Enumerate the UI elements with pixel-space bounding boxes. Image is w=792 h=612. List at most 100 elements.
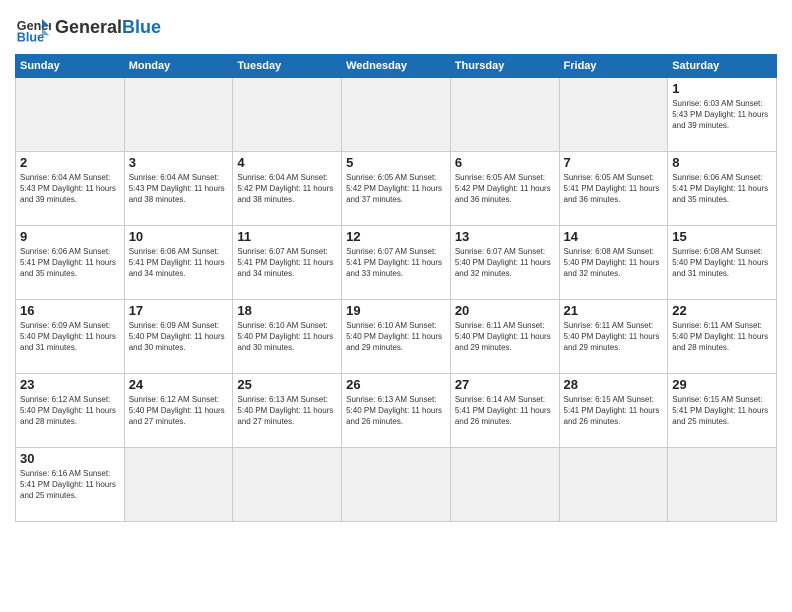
calendar-cell: 24 Sunrise: 6:12 AM Sunset: 5:40 PM Dayli… (124, 374, 233, 448)
day-info: Sunrise: 6:06 AM Sunset: 5:41 PM Dayligh… (672, 172, 772, 206)
calendar-week-2: 2 Sunrise: 6:04 AM Sunset: 5:43 PM Daylig… (16, 152, 777, 226)
day-info: Sunrise: 6:04 AM Sunset: 5:43 PM Dayligh… (20, 172, 120, 206)
day-number: 23 (20, 377, 120, 392)
calendar-cell: 5Sunrise: 6:05 AM Sunset: 5:42 PM Daylig… (342, 152, 451, 226)
calendar-cell: 7Sunrise: 6:05 AM Sunset: 5:41 PM Daylig… (559, 152, 668, 226)
weekday-header-tuesday: Tuesday (233, 55, 342, 78)
calendar-cell: 13Sunrise: 6:07 AM Sunset: 5:40 PM Dayli… (450, 226, 559, 300)
day-info: Sunrise: 6:10 AM Sunset: 5:40 PM Dayligh… (346, 320, 446, 354)
calendar-week-3: 9 Sunrise: 6:06 AM Sunset: 5:41 PM Daylig… (16, 226, 777, 300)
calendar-cell: 27 Sunrise: 6:14 AM Sunset: 5:41 PM Dayli… (450, 374, 559, 448)
day-info: Sunrise: 6:05 AM Sunset: 5:41 PM Dayligh… (564, 172, 664, 206)
weekday-header-row: SundayMondayTuesdayWednesdayThursdayFrid… (16, 55, 777, 78)
day-info: Sunrise: 6:03 AM Sunset: 5:43 PM Dayligh… (672, 98, 772, 132)
day-number: 8 (672, 155, 772, 170)
day-number: 28 (564, 377, 664, 392)
day-info: Sunrise: 6:07 AM Sunset: 5:40 PM Dayligh… (455, 246, 555, 280)
calendar-cell: 12 Sunrise: 6:07 AM Sunset: 5:41 PM Dayli… (342, 226, 451, 300)
calendar-cell (16, 78, 125, 152)
weekday-header-saturday: Saturday (668, 55, 777, 78)
calendar-cell (124, 448, 233, 522)
day-number: 18 (237, 303, 337, 318)
calendar-cell: 16 Sunrise: 6:09 AM Sunset: 5:40 PM Dayli… (16, 300, 125, 374)
calendar-cell: 28Sunrise: 6:15 AM Sunset: 5:41 PM Dayli… (559, 374, 668, 448)
calendar-cell: 1Sunrise: 6:03 AM Sunset: 5:43 PM Daylig… (668, 78, 777, 152)
calendar-cell: 11Sunrise: 6:07 AM Sunset: 5:41 PM Dayli… (233, 226, 342, 300)
day-info: Sunrise: 6:13 AM Sunset: 5:40 PM Dayligh… (237, 394, 337, 428)
weekday-header-wednesday: Wednesday (342, 55, 451, 78)
day-info: Sunrise: 6:11 AM Sunset: 5:40 PM Dayligh… (455, 320, 555, 354)
calendar-week-5: 23 Sunrise: 6:12 AM Sunset: 5:40 PM Dayli… (16, 374, 777, 448)
day-info: Sunrise: 6:11 AM Sunset: 5:40 PM Dayligh… (564, 320, 664, 354)
day-number: 17 (129, 303, 229, 318)
calendar-cell: 4 Sunrise: 6:04 AM Sunset: 5:42 PM Daylig… (233, 152, 342, 226)
day-number: 25 (237, 377, 337, 392)
calendar-cell: 29 Sunrise: 6:15 AM Sunset: 5:41 PM Dayli… (668, 374, 777, 448)
day-number: 27 (455, 377, 555, 392)
calendar-cell: 8 Sunrise: 6:06 AM Sunset: 5:41 PM Daylig… (668, 152, 777, 226)
day-info: Sunrise: 6:12 AM Sunset: 5:40 PM Dayligh… (129, 394, 229, 428)
calendar-cell (450, 448, 559, 522)
calendar-table: SundayMondayTuesdayWednesdayThursdayFrid… (15, 54, 777, 522)
day-number: 21 (564, 303, 664, 318)
calendar-week-6: 30Sunrise: 6:16 AM Sunset: 5:41 PM Dayli… (16, 448, 777, 522)
page: General Blue GeneralBlue SundayMondayTue… (0, 0, 792, 612)
weekday-header-monday: Monday (124, 55, 233, 78)
calendar-cell: 22Sunrise: 6:11 AM Sunset: 5:40 PM Dayli… (668, 300, 777, 374)
day-number: 12 (346, 229, 446, 244)
calendar-cell: 18 Sunrise: 6:10 AM Sunset: 5:40 PM Dayli… (233, 300, 342, 374)
logo-icon: General Blue (15, 10, 51, 46)
calendar-cell: 15 Sunrise: 6:08 AM Sunset: 5:40 PM Dayli… (668, 226, 777, 300)
day-info: Sunrise: 6:04 AM Sunset: 5:43 PM Dayligh… (129, 172, 229, 206)
day-info: Sunrise: 6:09 AM Sunset: 5:40 PM Dayligh… (20, 320, 120, 354)
calendar-cell (559, 448, 668, 522)
calendar-cell (559, 78, 668, 152)
day-number: 26 (346, 377, 446, 392)
calendar-cell (668, 448, 777, 522)
day-info: Sunrise: 6:05 AM Sunset: 5:42 PM Dayligh… (455, 172, 555, 206)
calendar-cell: 3 Sunrise: 6:04 AM Sunset: 5:43 PM Daylig… (124, 152, 233, 226)
day-info: Sunrise: 6:13 AM Sunset: 5:40 PM Dayligh… (346, 394, 446, 428)
day-info: Sunrise: 6:07 AM Sunset: 5:41 PM Dayligh… (346, 246, 446, 280)
day-number: 2 (20, 155, 120, 170)
day-info: Sunrise: 6:14 AM Sunset: 5:41 PM Dayligh… (455, 394, 555, 428)
calendar-cell: 17Sunrise: 6:09 AM Sunset: 5:40 PM Dayli… (124, 300, 233, 374)
calendar-cell: 14Sunrise: 6:08 AM Sunset: 5:40 PM Dayli… (559, 226, 668, 300)
day-number: 15 (672, 229, 772, 244)
day-number: 4 (237, 155, 337, 170)
calendar-cell (342, 78, 451, 152)
day-info: Sunrise: 6:06 AM Sunset: 5:41 PM Dayligh… (20, 246, 120, 280)
weekday-header-friday: Friday (559, 55, 668, 78)
weekday-header-sunday: Sunday (16, 55, 125, 78)
calendar-cell: 21 Sunrise: 6:11 AM Sunset: 5:40 PM Dayli… (559, 300, 668, 374)
logo-text: GeneralBlue (55, 18, 161, 38)
day-info: Sunrise: 6:04 AM Sunset: 5:42 PM Dayligh… (237, 172, 337, 206)
calendar-cell: 30Sunrise: 6:16 AM Sunset: 5:41 PM Dayli… (16, 448, 125, 522)
calendar-cell: 23 Sunrise: 6:12 AM Sunset: 5:40 PM Dayli… (16, 374, 125, 448)
calendar-cell (342, 448, 451, 522)
day-info: Sunrise: 6:07 AM Sunset: 5:41 PM Dayligh… (237, 246, 337, 280)
calendar-cell (233, 78, 342, 152)
calendar-body: 1Sunrise: 6:03 AM Sunset: 5:43 PM Daylig… (16, 78, 777, 522)
day-info: Sunrise: 6:10 AM Sunset: 5:40 PM Dayligh… (237, 320, 337, 354)
day-number: 16 (20, 303, 120, 318)
calendar-cell (233, 448, 342, 522)
calendar-week-1: 1Sunrise: 6:03 AM Sunset: 5:43 PM Daylig… (16, 78, 777, 152)
day-number: 24 (129, 377, 229, 392)
day-info: Sunrise: 6:15 AM Sunset: 5:41 PM Dayligh… (672, 394, 772, 428)
logo: General Blue GeneralBlue (15, 10, 161, 46)
calendar-cell: 9 Sunrise: 6:06 AM Sunset: 5:41 PM Daylig… (16, 226, 125, 300)
calendar-cell: 19Sunrise: 6:10 AM Sunset: 5:40 PM Dayli… (342, 300, 451, 374)
day-info: Sunrise: 6:08 AM Sunset: 5:40 PM Dayligh… (672, 246, 772, 280)
day-number: 10 (129, 229, 229, 244)
day-info: Sunrise: 6:08 AM Sunset: 5:40 PM Dayligh… (564, 246, 664, 280)
day-number: 6 (455, 155, 555, 170)
day-number: 9 (20, 229, 120, 244)
day-number: 29 (672, 377, 772, 392)
calendar-cell: 26 Sunrise: 6:13 AM Sunset: 5:40 PM Dayli… (342, 374, 451, 448)
day-info: Sunrise: 6:12 AM Sunset: 5:40 PM Dayligh… (20, 394, 120, 428)
day-number: 3 (129, 155, 229, 170)
calendar-cell: 6 Sunrise: 6:05 AM Sunset: 5:42 PM Daylig… (450, 152, 559, 226)
calendar-cell (124, 78, 233, 152)
header: General Blue GeneralBlue (15, 10, 777, 46)
